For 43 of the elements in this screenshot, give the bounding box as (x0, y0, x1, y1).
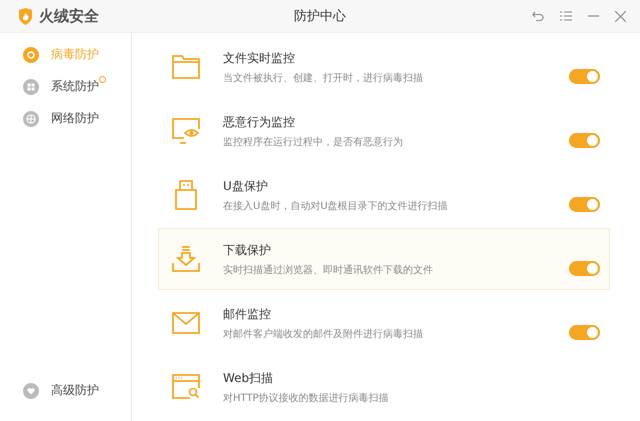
feature-title: Web扫描 (223, 370, 274, 386)
toggle-switch[interactable] (569, 325, 600, 340)
flame-shield-icon (18, 8, 33, 24)
feature-title: 邮件监控 (223, 306, 272, 322)
close-icon[interactable] (615, 10, 626, 22)
back-arrow-icon[interactable] (532, 10, 544, 22)
feature-title: 文件实时监控 (223, 50, 296, 66)
feature-description: 监控程序在运行过程中，是否有恶意行为 (223, 136, 404, 148)
menu-icon[interactable] (560, 11, 572, 21)
feature-title: U盘保护 (223, 178, 269, 194)
feature-row[interactable]: 恶意行为监控 监控程序在运行过程中，是否有恶意行为 (158, 100, 610, 162)
feature-row[interactable]: Web扫描 对HTTP协议接收的数据进行病毒扫描 (158, 356, 610, 418)
feature-description: 实时扫描通过浏览器、即时通讯软件下载的文件 (223, 264, 434, 276)
usb-drive-icon (175, 180, 197, 210)
app-name: 火绒安全 (39, 6, 99, 26)
feature-description: 对邮件客户端收发的邮件及附件进行病毒扫描 (223, 328, 424, 340)
sidebar-item[interactable]: 系统防护 (0, 78, 131, 95)
sidebar-item[interactable]: 网络防护 (0, 110, 131, 127)
feature-description: 当文件被执行、创建、打开时，进行病毒扫描 (223, 72, 424, 84)
feature-row[interactable]: 下载保护 实时扫描通过浏览器、即时通讯软件下载的文件 (158, 228, 610, 290)
feature-description: 在接入U盘时，自动对U盘根目录下的文件进行扫描 (223, 200, 449, 212)
download-tray-icon (172, 246, 200, 272)
toggle-switch[interactable] (569, 197, 600, 212)
envelope-icon (172, 312, 200, 334)
folder-icon (172, 55, 200, 79)
feature-title: 恶意行为监控 (223, 114, 296, 130)
minimize-icon[interactable] (588, 15, 599, 17)
browser-search-icon (172, 374, 200, 400)
dot-circle-icon (23, 46, 39, 62)
feature-row[interactable]: U盘保护 在接入U盘时，自动对U盘根目录下的文件进行扫描 (158, 164, 610, 226)
feature-title: 下载保护 (223, 242, 272, 258)
toggle-switch[interactable] (569, 69, 600, 84)
toggle-switch[interactable] (569, 133, 600, 148)
globe-circle-icon (23, 110, 39, 126)
feature-row[interactable]: 邮件监控 对邮件客户端收发的邮件及附件进行病毒扫描 (158, 292, 610, 354)
heart-circle-icon (23, 382, 39, 398)
feature-row[interactable]: 文件实时监控 当文件被执行、创建、打开时，进行病毒扫描 (158, 36, 610, 98)
windows-circle-icon (23, 78, 39, 94)
window-title: 防护中心 (294, 8, 346, 25)
monitor-eye-icon (172, 118, 200, 144)
feature-description: 对HTTP协议接收的数据进行病毒扫描 (223, 392, 390, 404)
toggle-switch[interactable] (569, 261, 600, 276)
sidebar-item[interactable]: 高级防护 (0, 382, 131, 399)
